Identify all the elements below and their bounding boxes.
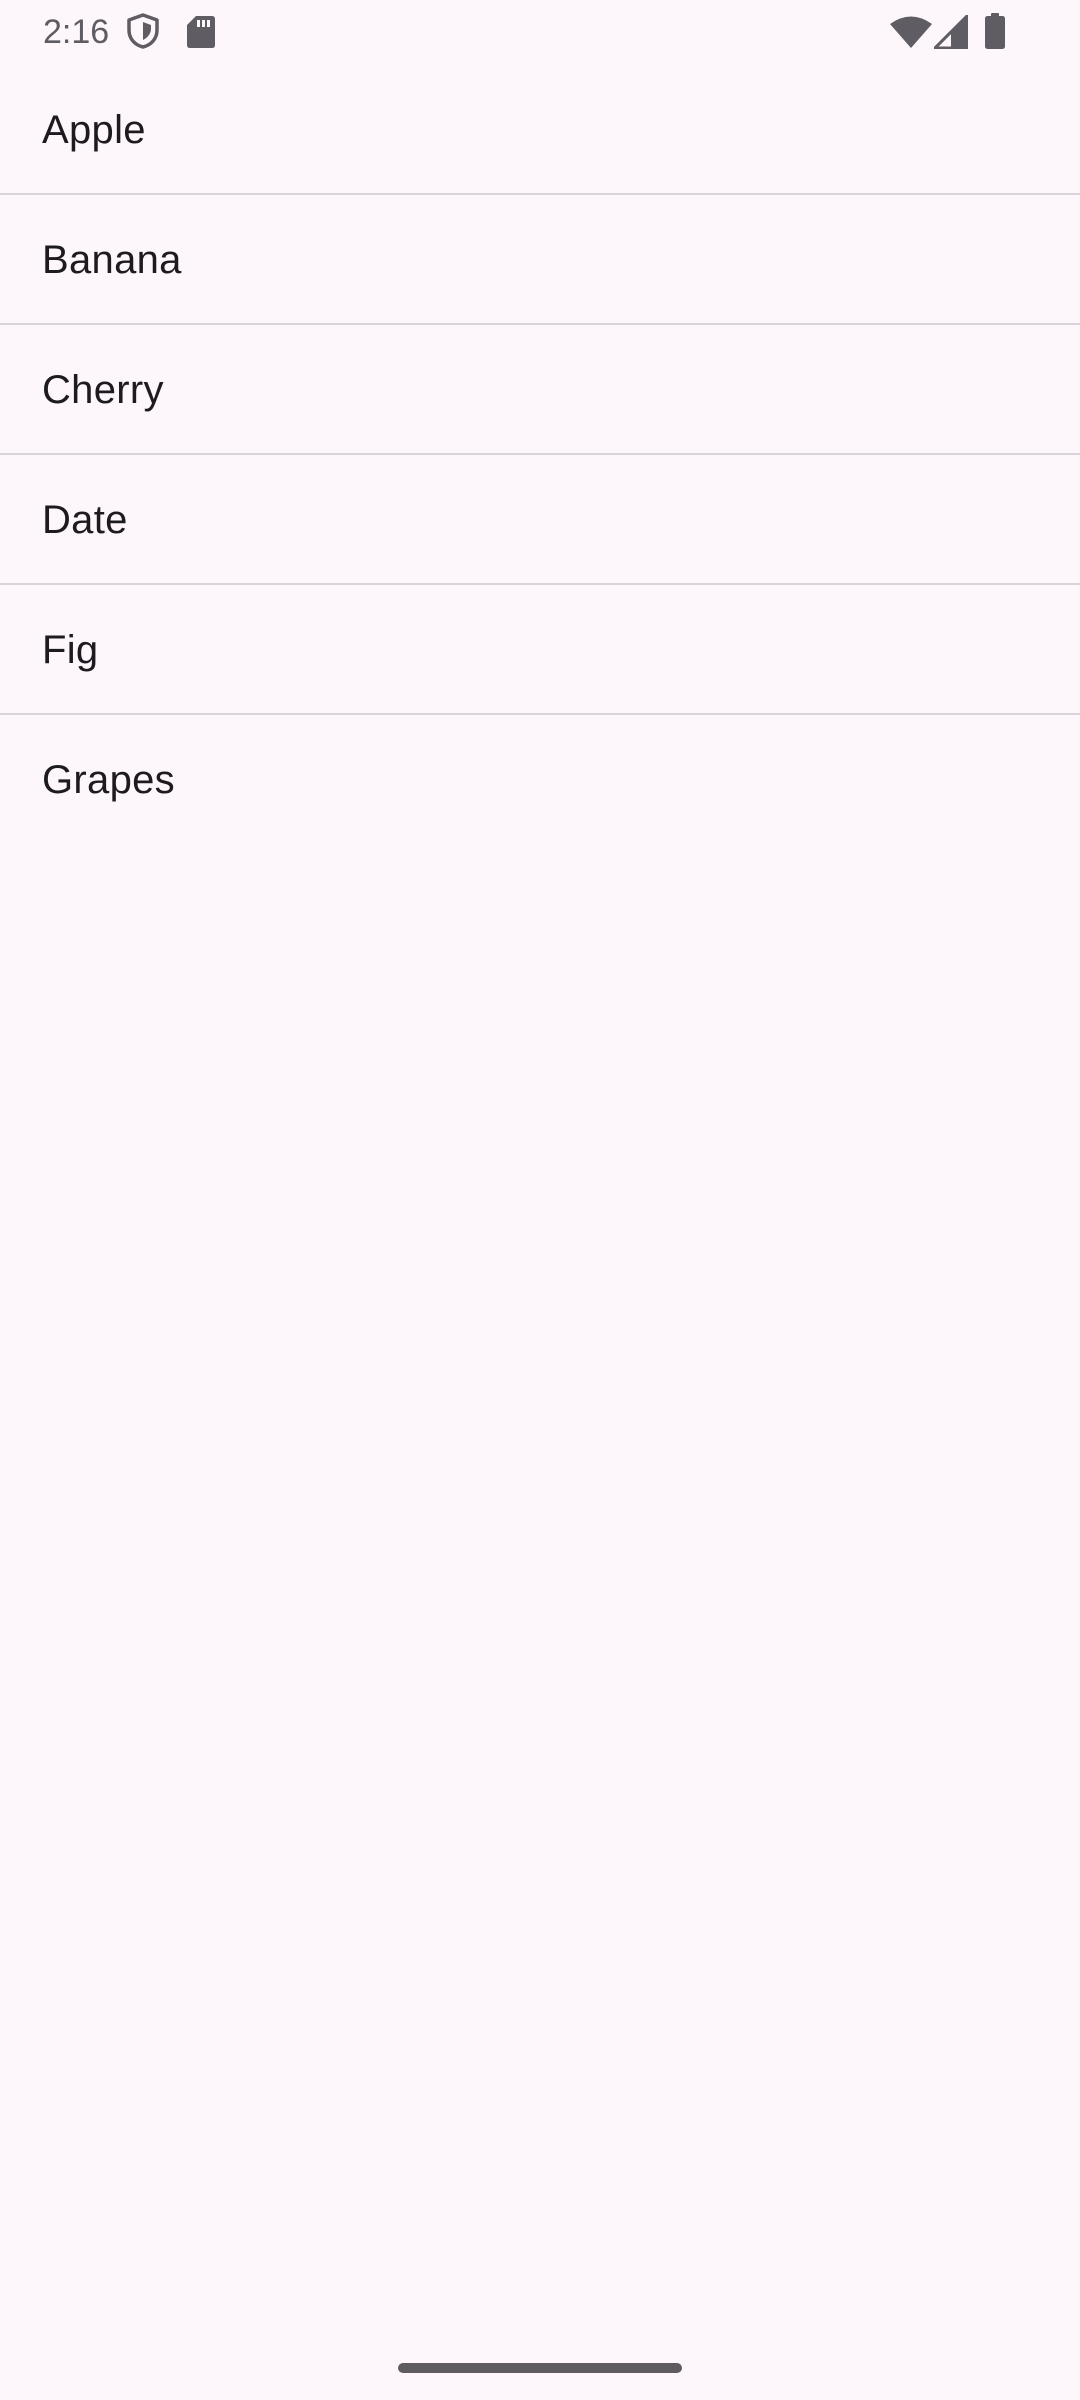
fruit-list: Apple Banana Cherry Date Fig Grapes	[0, 65, 1080, 843]
list-item-label: Grapes	[42, 758, 175, 802]
battery-icon	[985, 13, 1005, 49]
list-item-label: Date	[42, 498, 128, 542]
list-item-date[interactable]: Date	[0, 455, 1080, 585]
list-item-label: Fig	[42, 628, 99, 672]
list-item-fig[interactable]: Fig	[0, 585, 1080, 715]
cellular-signal-icon	[934, 15, 968, 49]
sd-card-icon	[187, 16, 215, 48]
list-item-banana[interactable]: Banana	[0, 195, 1080, 325]
list-item-label: Apple	[42, 108, 146, 152]
shield-icon	[127, 13, 159, 49]
status-time: 2:16	[43, 13, 110, 51]
status-bar: 2:16	[0, 0, 1080, 64]
app-screen: 2:16 Apple Banana Cherry Date Fig Grapes	[0, 0, 1080, 2400]
wifi-icon	[890, 16, 932, 48]
list-item-apple[interactable]: Apple	[0, 65, 1080, 195]
list-item-grapes[interactable]: Grapes	[0, 715, 1080, 843]
gesture-navigation-handle[interactable]	[398, 2363, 682, 2373]
list-item-cherry[interactable]: Cherry	[0, 325, 1080, 455]
list-item-label: Cherry	[42, 368, 164, 412]
list-item-label: Banana	[42, 238, 182, 282]
